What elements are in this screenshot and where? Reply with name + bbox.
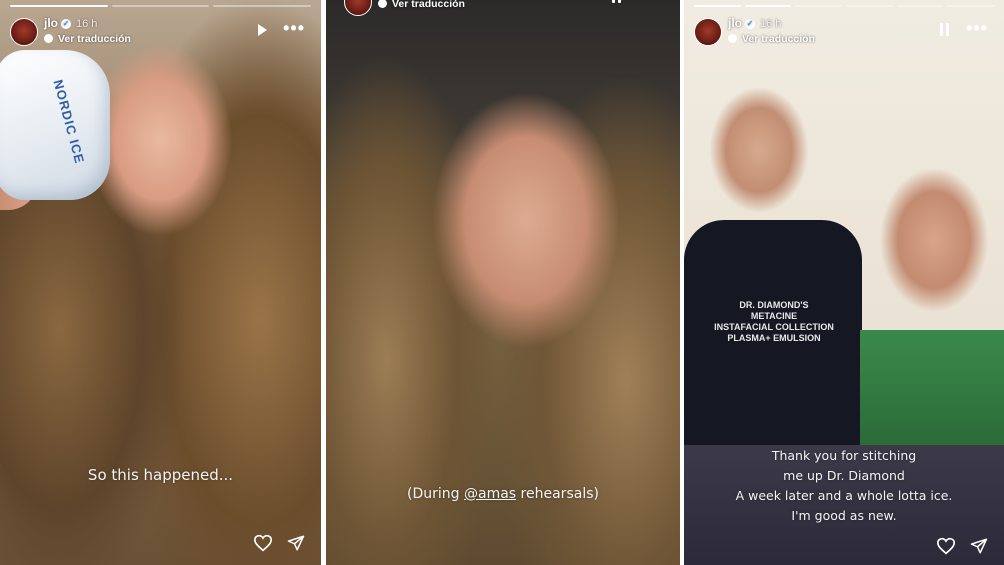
story-2[interactable]: Ver traducción (During @amas rehearsals) (326, 0, 680, 565)
globe-icon (378, 0, 387, 8)
story-3[interactable]: DR. DIAMOND'S METACINE INSTAFACIAL COLLE… (684, 0, 1004, 565)
progress-segment (694, 5, 741, 7)
globe-icon (44, 34, 53, 43)
send-icon[interactable] (970, 537, 988, 555)
shirt-line: PLASMA+ EMULSION (727, 333, 821, 343)
pause-icon[interactable] (612, 0, 622, 3)
more-icon[interactable]: ••• (966, 19, 988, 37)
ice-pack (0, 50, 110, 200)
progress-segment (111, 5, 210, 7)
progress-segment (795, 5, 843, 7)
progress-bars (10, 5, 312, 7)
more-icon[interactable]: ••• (283, 19, 305, 37)
pause-icon[interactable] (940, 23, 950, 36)
shirt-line: DR. DIAMOND'S (739, 300, 809, 310)
avatar[interactable] (344, 0, 372, 16)
translate-label[interactable]: Ver traducción (742, 33, 815, 45)
verified-icon: ✓ (745, 19, 755, 29)
caption-line: me up Dr. Diamond (783, 468, 905, 483)
shirt-line: INSTAFACIAL COLLECTION (714, 322, 834, 332)
caption-line: I'm good as new. (791, 508, 897, 523)
translate-link[interactable]: Ver traducción (728, 33, 815, 45)
timestamp: 16 h (76, 18, 98, 30)
timestamp: 16 h (760, 18, 782, 30)
progress-segment (896, 5, 944, 7)
progress-segment (947, 5, 995, 7)
story-header: jlo ✓ 16 h Ver traducción ••• (10, 12, 311, 48)
progress-segment (213, 5, 312, 7)
dress (860, 330, 1004, 445)
translate-label[interactable]: Ver traducción (58, 33, 131, 45)
caption-suffix: rehearsals) (516, 486, 599, 502)
progress-segment (10, 5, 108, 7)
story-caption: Thank you for stitching me up Dr. Diamon… (684, 446, 1004, 526)
username[interactable]: jlo (728, 16, 742, 30)
story-header: Ver traducción (336, 0, 670, 28)
stories-strip: NORDIC ICE jlo ✓ 16 h Ver traducción ••• S… (0, 0, 1004, 565)
progress-bars (694, 5, 995, 7)
progress-segment (744, 5, 792, 7)
heart-icon[interactable] (936, 537, 956, 555)
play-icon[interactable] (258, 24, 267, 36)
heart-icon[interactable] (253, 534, 273, 552)
translate-label[interactable]: Ver traducción (392, 0, 465, 10)
username-row[interactable]: jlo ✓ 16 h (44, 16, 97, 30)
username-row[interactable]: jlo ✓ 16 h (728, 16, 781, 30)
shirt-line: METACINE (750, 311, 798, 321)
username[interactable]: jlo (44, 16, 58, 30)
caption-line: A week later and a whole lotta ice. (735, 488, 953, 503)
mention-link[interactable]: @amas (464, 486, 516, 502)
verified-icon: ✓ (61, 19, 71, 29)
translate-link[interactable]: Ver traducción (44, 33, 131, 45)
caption-prefix: (During (407, 486, 465, 502)
progress-segment (846, 5, 893, 7)
send-icon[interactable] (287, 534, 305, 552)
story-header: jlo ✓ 16 h Ver traducción ••• (694, 12, 994, 48)
story-photo (326, 0, 680, 565)
avatar[interactable] (10, 18, 38, 46)
story-caption: (During @amas rehearsals) (326, 486, 680, 502)
story-caption: So this happened... (87, 466, 234, 484)
shirt-text: DR. DIAMOND'S METACINE INSTAFACIAL COLLE… (699, 300, 849, 344)
translate-link[interactable]: Ver traducción (378, 0, 465, 10)
globe-icon (728, 34, 737, 43)
story-1[interactable]: NORDIC ICE jlo ✓ 16 h Ver traducción ••• S… (0, 0, 321, 565)
avatar[interactable] (694, 18, 722, 46)
caption-line: Thank you for stitching (771, 448, 917, 463)
